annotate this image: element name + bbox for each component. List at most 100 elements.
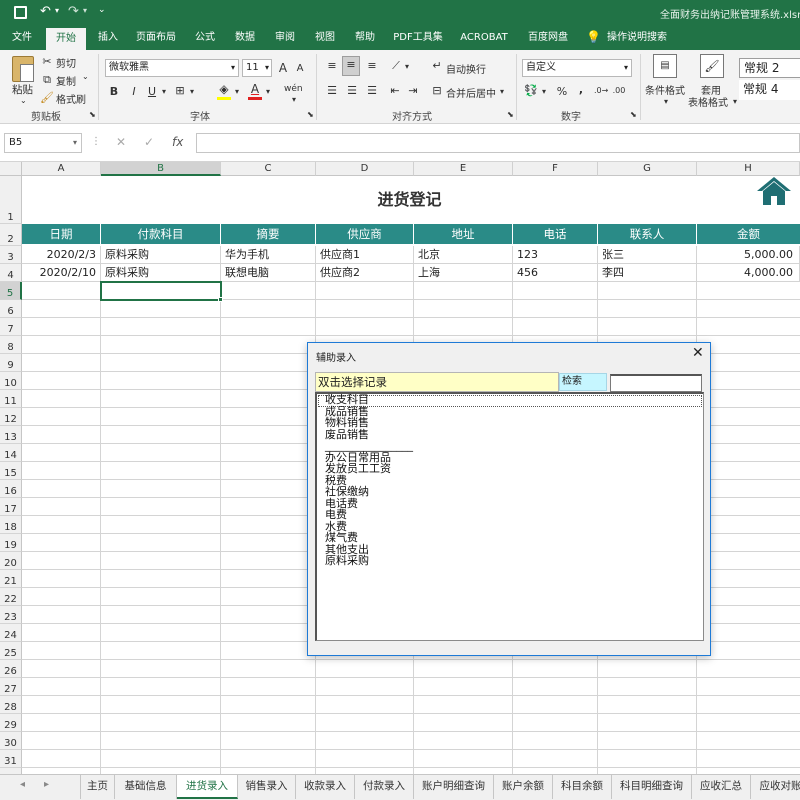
column-header-c[interactable]: C bbox=[221, 162, 316, 176]
grow-font-icon[interactable]: A bbox=[277, 60, 289, 76]
row-header[interactable]: 4 bbox=[0, 264, 22, 282]
paste-dropdown-icon[interactable]: ⌄ bbox=[20, 96, 27, 105]
table-cell[interactable]: 张三 bbox=[598, 246, 697, 264]
list-item[interactable]: 煤气费 bbox=[325, 532, 413, 544]
home-icon[interactable] bbox=[755, 176, 793, 206]
row-header[interactable]: 14 bbox=[0, 444, 22, 462]
row-header[interactable]: 31 bbox=[0, 750, 22, 768]
fill-color-dropdown-icon[interactable]: ▾ bbox=[233, 84, 241, 100]
sheet-tab-sales-entry[interactable]: 销售录入 bbox=[238, 775, 296, 799]
number-format-dropdown-icon[interactable]: ▾ bbox=[624, 60, 628, 76]
tab-scroll-right-icon[interactable]: ▸ bbox=[44, 779, 49, 790]
align-center-icon[interactable]: ☰ bbox=[344, 83, 360, 99]
header-phone[interactable]: 电话 bbox=[513, 224, 598, 245]
column-header-h[interactable]: H bbox=[697, 162, 800, 176]
header-date[interactable]: 日期 bbox=[22, 224, 101, 245]
copy-dropdown-icon[interactable]: ⌄ bbox=[82, 72, 89, 81]
tab-file[interactable]: 文件 bbox=[4, 26, 40, 50]
bold-button[interactable]: B bbox=[108, 84, 120, 100]
list-item[interactable]: ________________ bbox=[325, 440, 413, 452]
tab-help[interactable]: 帮助 bbox=[348, 26, 382, 50]
sheet-tab-basic-info[interactable]: 基础信息 bbox=[115, 775, 177, 799]
table-cell[interactable]: 华为手机 bbox=[221, 246, 316, 264]
list-item[interactable]: 发放员工工资 bbox=[325, 463, 413, 475]
column-header-e[interactable]: E bbox=[414, 162, 513, 176]
tell-me-search[interactable]: 操作说明搜索 bbox=[602, 26, 672, 50]
table-cell[interactable]: 供应商1 bbox=[316, 246, 414, 264]
tab-home[interactable]: 开始 bbox=[46, 28, 86, 52]
row-header[interactable]: 30 bbox=[0, 732, 22, 750]
row-header[interactable]: 11 bbox=[0, 390, 22, 408]
cancel-icon[interactable]: ✕ bbox=[116, 135, 126, 149]
number-format-select[interactable]: 自定义 ▾ bbox=[522, 59, 632, 77]
font-launcher-icon[interactable]: ⬊ bbox=[307, 110, 314, 119]
header-contact[interactable]: 联系人 bbox=[598, 224, 697, 245]
row-header[interactable]: 3 bbox=[0, 246, 22, 264]
tab-formulas[interactable]: 公式 bbox=[188, 26, 222, 50]
sheet-tab-home[interactable]: 主页 bbox=[80, 775, 115, 799]
row-header[interactable]: 20 bbox=[0, 552, 22, 570]
shrink-font-icon[interactable]: A bbox=[294, 61, 306, 77]
row-header[interactable]: 22 bbox=[0, 588, 22, 606]
font-size-dropdown-icon[interactable]: ▾ bbox=[265, 60, 269, 76]
clipboard-launcher-icon[interactable]: ⬊ bbox=[89, 110, 96, 119]
header-supplier[interactable]: 供应商 bbox=[316, 224, 414, 245]
column-header-d[interactable]: D bbox=[316, 162, 414, 176]
splitter-icon[interactable]: ⋮ bbox=[91, 136, 101, 147]
alignment-launcher-icon[interactable]: ⬊ bbox=[507, 110, 514, 119]
sheet-tab-subject-balance[interactable]: 科目余额 bbox=[553, 775, 612, 799]
table-cell[interactable]: 北京 bbox=[414, 246, 513, 264]
row-header[interactable]: 29 bbox=[0, 714, 22, 732]
table-cell[interactable]: 上海 bbox=[414, 264, 513, 282]
table-cell[interactable]: 原料采购 bbox=[101, 246, 221, 264]
name-box-dropdown-icon[interactable]: ▾ bbox=[73, 134, 77, 152]
number-launcher-icon[interactable]: ⬊ bbox=[630, 110, 637, 119]
fill-handle[interactable] bbox=[218, 297, 223, 302]
tab-page-layout[interactable]: 页面布局 bbox=[131, 26, 181, 50]
active-cell[interactable] bbox=[100, 281, 222, 301]
wrap-text-button[interactable]: 自动换行 bbox=[446, 61, 486, 76]
row-header[interactable]: 28 bbox=[0, 696, 22, 714]
decrease-indent-icon[interactable]: ⇤ bbox=[388, 83, 402, 99]
orientation-icon[interactable]: ⟋ bbox=[388, 58, 404, 74]
row-header[interactable]: 17 bbox=[0, 498, 22, 516]
align-top-icon[interactable]: ≡ bbox=[324, 58, 340, 74]
sheet-tab-purchase-entry[interactable]: 进货录入 bbox=[177, 775, 238, 799]
font-name-select[interactable]: 微软雅黑 ▾ bbox=[105, 59, 239, 77]
format-painter-button[interactable]: 格式刷 bbox=[56, 91, 86, 106]
row-header[interactable]: 19 bbox=[0, 534, 22, 552]
tab-scroll-left-icon[interactable]: ◂ bbox=[20, 779, 25, 790]
table-cell[interactable]: 供应商2 bbox=[316, 264, 414, 282]
table-cell[interactable]: 联想电脑 bbox=[221, 264, 316, 282]
cut-button[interactable]: 剪切 bbox=[56, 55, 76, 70]
phonetic-dropdown-icon[interactable]: ▾ bbox=[290, 92, 298, 108]
align-middle-icon[interactable]: ≡ bbox=[342, 56, 360, 76]
tab-acrobat[interactable]: ACROBAT bbox=[456, 26, 512, 50]
table-cell[interactable]: 4,000.00 bbox=[697, 264, 800, 282]
merge-center-button[interactable]: 合并后居中 bbox=[446, 85, 496, 100]
search-input[interactable] bbox=[610, 374, 702, 392]
borders-dropdown-icon[interactable]: ▾ bbox=[188, 84, 196, 100]
sheet-tab-receivable-reconcile[interactable]: 应收对账 bbox=[751, 775, 800, 799]
select-all-corner[interactable] bbox=[0, 162, 22, 176]
column-header-f[interactable]: F bbox=[513, 162, 598, 176]
insert-function-icon[interactable]: fx bbox=[172, 135, 183, 149]
table-cell[interactable]: 原料采购 bbox=[101, 264, 221, 282]
list-item[interactable]: 电费 bbox=[325, 509, 413, 521]
decrease-decimal-icon[interactable]: .00 bbox=[612, 83, 626, 99]
header-address[interactable]: 地址 bbox=[414, 224, 513, 245]
sheet-tab-account-detail[interactable]: 账户明细查询 bbox=[414, 775, 494, 799]
orientation-dropdown-icon[interactable]: ▾ bbox=[403, 59, 411, 75]
font-size-select[interactable]: 11 ▾ bbox=[242, 59, 272, 77]
column-header-b[interactable]: B bbox=[101, 162, 221, 176]
row-header[interactable]: 6 bbox=[0, 300, 22, 318]
row-header[interactable]: 1 bbox=[0, 176, 22, 224]
list-item[interactable]: 社保缴纳 bbox=[325, 486, 413, 498]
tab-data[interactable]: 数据 bbox=[228, 26, 262, 50]
table-cell[interactable]: 456 bbox=[513, 264, 598, 282]
row-header[interactable]: 7 bbox=[0, 318, 22, 336]
sheet-tab-receivable-summary[interactable]: 应收汇总 bbox=[692, 775, 751, 799]
row-header[interactable]: 5 bbox=[0, 282, 22, 300]
cell-style-normal-2[interactable]: 常规 2 bbox=[739, 58, 800, 78]
sheet-tab-account-balance[interactable]: 账户余额 bbox=[494, 775, 553, 799]
